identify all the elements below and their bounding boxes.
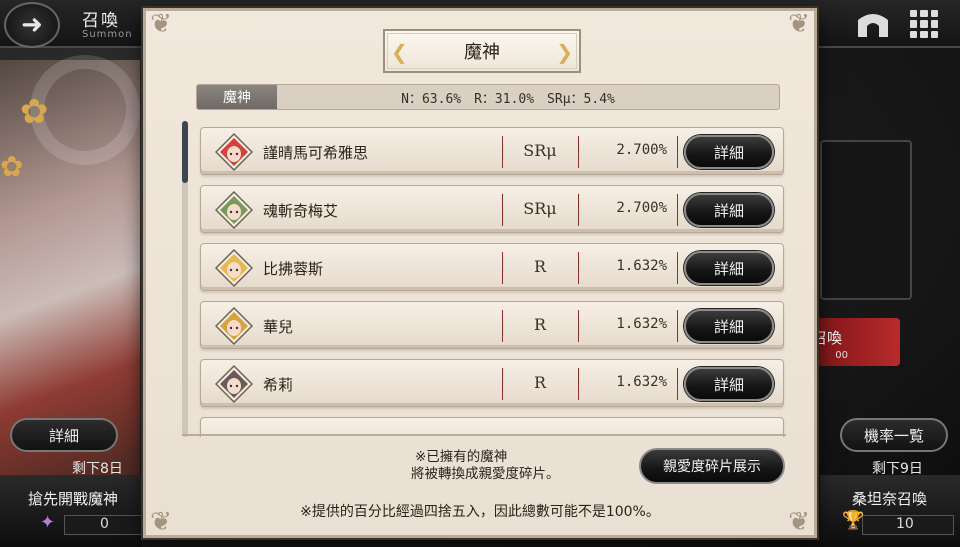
character-rarity: R <box>533 373 547 392</box>
flower-icon: ✿ <box>0 150 24 183</box>
dialog-title-text: 魔神 <box>464 42 500 63</box>
trophy-icon: 🏆 <box>842 510 865 531</box>
column-divider <box>677 194 678 226</box>
rounding-footnote: ※提供的百分比經過四捨五入，因此總數可能不是100%。 <box>300 504 660 520</box>
list-item: 華兒 R 1.632% 詳細 <box>200 301 784 349</box>
left-detail-button[interactable]: 詳細 <box>10 418 118 452</box>
right-count: 10 <box>896 516 914 532</box>
character-avatar-icon <box>214 364 254 404</box>
character-name: 魂斬奇梅艾 <box>263 202 339 220</box>
character-rarity: SRμ <box>523 199 557 218</box>
left-bottom-panel <box>0 475 142 547</box>
list-item: 謹晴馬可希雅思 SRμ 2.700% 詳細 <box>200 127 784 175</box>
character-avatar-icon <box>214 132 254 172</box>
detail-button[interactable]: 詳細 <box>684 135 774 169</box>
dialog-title: ❮ 魔神 ❯ <box>383 29 581 73</box>
gem-icon: ✦ <box>40 512 56 533</box>
left-count: 0 <box>100 516 109 532</box>
page-title: 召喚 <box>82 11 120 31</box>
rate-bar-text: N：63.6% R：31.0% SRμ：5.4% <box>401 91 615 107</box>
flower-icon: ✿ <box>20 92 49 132</box>
title-ornament-icon: ❮ <box>391 40 408 64</box>
column-divider <box>677 368 678 400</box>
page-subtitle: Summon <box>82 29 133 40</box>
character-avatar-icon <box>214 190 254 230</box>
list-divider <box>182 434 786 436</box>
rarity-rate-bar: 魔神 N：63.6% R：31.0% SRμ：5.4% <box>196 84 780 110</box>
left-banner-name: 搶先開戰魔神 <box>28 490 119 508</box>
detail-button[interactable]: 詳細 <box>684 193 774 227</box>
summon-red-sublabel: 00 <box>835 350 848 361</box>
detail-button[interactable]: 詳細 <box>684 367 774 401</box>
corner-ornament-icon: ❦ <box>788 9 810 39</box>
character-rate: 1.632% <box>616 316 667 332</box>
rate-bar-label: 魔神 <box>197 85 277 109</box>
rates-list-button[interactable]: 機率一覧 <box>840 418 948 452</box>
detail-button[interactable]: 詳細 <box>684 309 774 343</box>
character-rarity: R <box>533 315 547 334</box>
right-banner-name: 桑坦奈召喚 <box>852 490 928 508</box>
summon-rates-dialog: ❦ ❦ ❦ ❦ ❮ 魔神 ❯ 魔神 N：63.6% R：31.0% SRμ：5.… <box>143 8 817 538</box>
grid-menu-icon[interactable] <box>910 10 938 38</box>
owned-note: ※已擁有的魔神 將被轉換成親愛度碎片。 <box>411 449 560 483</box>
scrollbar-track[interactable] <box>182 121 188 437</box>
character-rate: 2.700% <box>616 200 667 216</box>
column-divider <box>677 310 678 342</box>
character-rate: 2.700% <box>616 142 667 158</box>
column-divider <box>677 136 678 168</box>
list-item: 希莉 R 1.632% 詳細 <box>200 359 784 407</box>
character-rarity: SRμ <box>523 141 557 160</box>
home-gate-icon[interactable] <box>856 10 890 38</box>
right-bottom-panel <box>820 475 960 547</box>
scrollbar-thumb[interactable] <box>182 121 188 183</box>
character-rate: 1.632% <box>616 258 667 274</box>
title-ornament-icon: ❯ <box>556 40 573 64</box>
character-name: 比拂蓉斯 <box>263 260 324 278</box>
character-name: 謹晴馬可希雅思 <box>263 144 369 162</box>
list-item: 魂斬奇梅艾 SRμ 2.700% 詳細 <box>200 185 784 233</box>
owned-note-line1: ※已擁有的魔神 <box>415 449 508 465</box>
character-rate: 1.632% <box>616 374 667 390</box>
character-avatar-icon <box>214 306 254 346</box>
character-name: 希莉 <box>263 376 294 394</box>
back-button[interactable]: ➜ <box>4 2 60 48</box>
detail-button[interactable]: 詳細 <box>684 251 774 285</box>
owned-note-line2: 將被轉換成親愛度碎片。 <box>411 466 560 482</box>
character-name: 華兒 <box>263 318 294 336</box>
banner-frame <box>820 140 912 300</box>
rates-list[interactable]: 謹晴馬可希雅思 SRμ 2.700% 詳細 魂斬奇梅艾 SRμ 2.700% 詳細 比拂蓉斯 R 1… <box>182 121 786 437</box>
column-divider <box>677 252 678 284</box>
corner-ornament-icon: ❦ <box>150 9 172 39</box>
back-arrow-icon: ➜ <box>21 10 43 40</box>
affinity-shards-button[interactable]: 親愛度碎片展示 <box>639 448 785 484</box>
character-avatar-icon <box>214 248 254 288</box>
list-item: 比拂蓉斯 R 1.632% 詳細 <box>200 243 784 291</box>
character-rarity: R <box>533 257 547 276</box>
